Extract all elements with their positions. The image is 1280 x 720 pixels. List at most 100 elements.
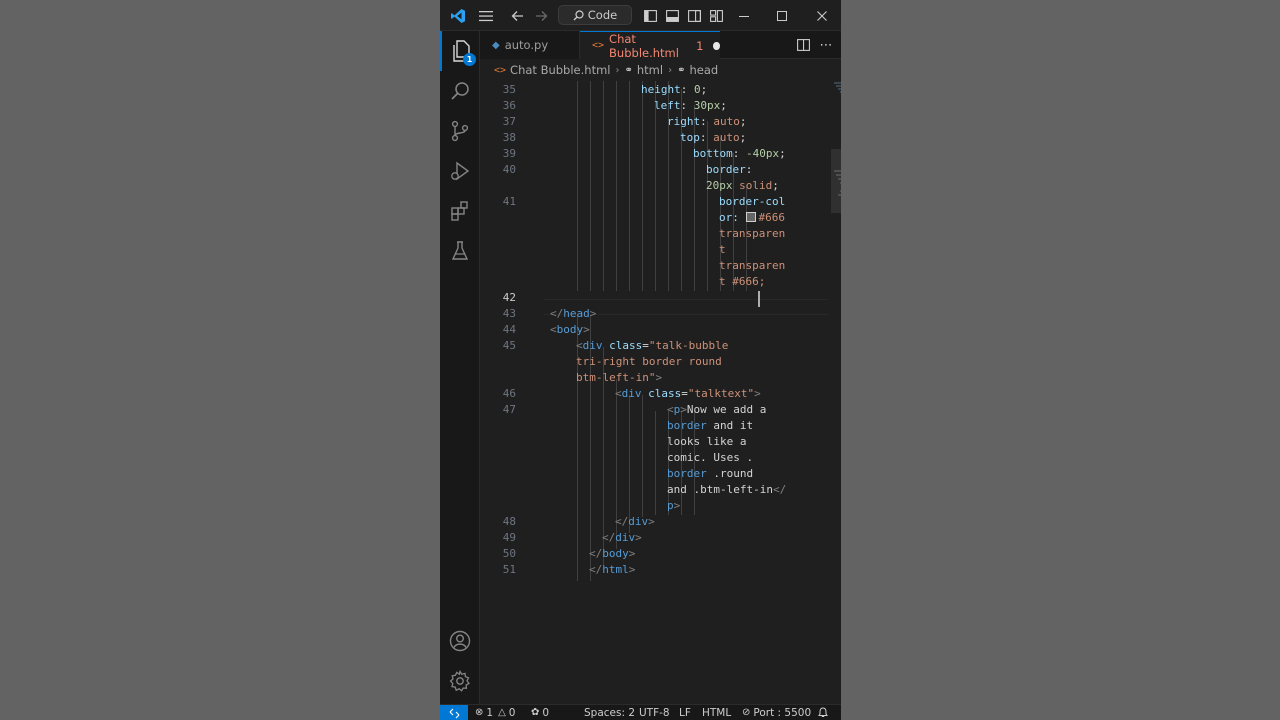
broadcast-icon: ✿ [531, 707, 540, 718]
menu-icon[interactable] [474, 0, 498, 31]
breadcrumb-head-label: head [689, 63, 719, 77]
code-line: height: 0; [641, 83, 708, 96]
ports-count: 0 [542, 706, 550, 719]
indentation-indicator[interactable]: Spaces: 2 [584, 705, 635, 720]
back-arrow-icon[interactable] [506, 0, 528, 31]
tab-chat-bubble-html[interactable]: <> Chat Bubble.html 1 [580, 31, 720, 60]
toggle-secondary-sidebar-icon[interactable] [684, 0, 704, 31]
remote-indicator-icon[interactable] [440, 705, 468, 720]
minimize-icon[interactable] [732, 0, 756, 31]
block-icon: ⊘ [742, 707, 751, 718]
symbol-tag-icon: ⚭ [677, 64, 686, 76]
indent-guide [616, 81, 617, 291]
command-center-search[interactable]: Code [558, 5, 632, 25]
indent-guide [629, 81, 630, 291]
testing-flask-icon[interactable] [440, 231, 480, 271]
close-icon[interactable] [810, 0, 834, 31]
code-line: top: auto; [680, 131, 747, 144]
html-file-icon: <> [494, 64, 507, 76]
search-icon[interactable] [440, 71, 480, 111]
line-number: 41 [502, 195, 516, 208]
line-number: 48 [502, 515, 516, 528]
code-line: <p>Now we add a [667, 403, 767, 416]
forward-arrow-icon[interactable] [530, 0, 552, 31]
indent-guide [603, 81, 604, 291]
color-swatch[interactable] [745, 212, 756, 222]
code-line-wrap: and .btm-left-in</ [667, 483, 787, 496]
error-icon: ⊗ [475, 707, 484, 718]
code-line: border-col [719, 195, 786, 208]
settings-gear-icon[interactable] [440, 661, 480, 701]
breadcrumb: <> Chat Bubble.html › ⚭ html › ⚭ head [480, 59, 841, 81]
line-number: 40 [502, 163, 516, 176]
code-line: </head> [550, 307, 597, 320]
html-file-icon: <> [592, 40, 605, 51]
line-number: 50 [502, 547, 516, 560]
text-cursor [758, 291, 760, 307]
unsaved-dot-icon[interactable] [713, 41, 720, 50]
explorer-files-icon[interactable]: 1 [440, 31, 480, 71]
line-number: 46 [502, 387, 516, 400]
code-line-wrap: looks like a [667, 435, 747, 448]
vscode-logo-icon [444, 0, 472, 31]
source-control-icon[interactable] [440, 111, 480, 151]
line-number: 49 [502, 531, 516, 544]
toggle-panel-icon[interactable] [662, 0, 682, 31]
toggle-primary-sidebar-icon[interactable] [640, 0, 660, 31]
python-file-icon: ◆ [492, 39, 500, 51]
eol-indicator[interactable]: LF [679, 705, 691, 720]
problems-indicator[interactable]: ⊗ 1 △ 0 [475, 705, 515, 720]
notifications-bell-icon[interactable] [818, 705, 828, 720]
maximize-icon[interactable] [770, 0, 794, 31]
code-line: </div> [615, 515, 655, 528]
line-number-current: 42 [502, 291, 516, 304]
symbol-tag-icon: ⚭ [624, 64, 633, 76]
code-line-wrap: tri-right border round [576, 355, 722, 368]
live-server-port[interactable]: ⊘ Port : 5500 [742, 705, 811, 720]
indent-guide [655, 411, 656, 515]
code-line-wrap: t [719, 243, 726, 256]
line-number: 51 [502, 563, 516, 576]
code-editor[interactable]: 35 36 37 38 39 40 41 42 43 44 45 46 47 4… [480, 81, 841, 704]
split-editor-icon[interactable] [792, 31, 814, 59]
line-number: 45 [502, 339, 516, 352]
tab-auto-py[interactable]: ◆ auto.py [480, 31, 580, 59]
warning-icon: △ [498, 707, 506, 718]
ports-indicator[interactable]: ✿ 0 [531, 705, 549, 720]
code-line: <body> [550, 323, 590, 336]
breadcrumb-html-label: html [636, 63, 664, 77]
activity-bar: 1 [440, 31, 480, 704]
code-line: </body> [589, 547, 636, 560]
code-line: </html> [589, 563, 636, 576]
indent-guide [590, 81, 591, 291]
error-count: 1 [486, 706, 494, 719]
more-actions-icon[interactable]: ⋯ [814, 31, 838, 59]
run-debug-icon[interactable] [440, 151, 480, 191]
code-line-wrap: p> [667, 499, 681, 512]
breadcrumb-head[interactable]: ⚭ head [677, 63, 718, 77]
tab-label: Chat Bubble.html [609, 31, 679, 60]
extensions-icon[interactable] [440, 191, 480, 231]
customize-layout-icon[interactable] [706, 0, 726, 31]
breadcrumb-html[interactable]: ⚭ html [624, 63, 663, 77]
breadcrumb-file[interactable]: <> Chat Bubble.html [494, 63, 610, 77]
code-line: right: auto; [667, 115, 747, 128]
line-number: 39 [502, 147, 516, 160]
indent-guide [642, 81, 643, 291]
code-line-wrap: border and it [667, 419, 754, 432]
code-line-wrap: transparen [719, 227, 786, 240]
command-center-label: Code [587, 8, 618, 22]
code-line-wrap: btm-left-in"> [576, 371, 663, 384]
code-line: bottom: -40px; [693, 147, 786, 160]
code-line-wrap: border .round [667, 467, 754, 480]
code-line: </div> [602, 531, 642, 544]
code-line-wrap: 20px solid; [706, 179, 779, 192]
encoding-indicator[interactable]: UTF-8 [639, 705, 670, 720]
indent-guide [577, 81, 578, 291]
minimap-slider[interactable] [831, 149, 841, 213]
line-number: 35 [502, 83, 516, 96]
account-icon[interactable] [440, 621, 480, 661]
language-mode-indicator[interactable]: HTML [702, 705, 731, 720]
warning-count: 0 [508, 706, 516, 719]
status-bar: ⊗ 1 △ 0 ✿ 0 Spaces: 2 UTF-8 LF HTML ⊘ Po… [440, 704, 841, 720]
